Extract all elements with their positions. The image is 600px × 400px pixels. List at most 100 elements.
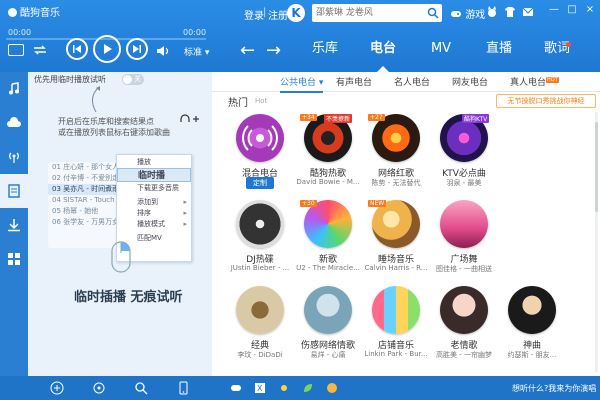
menu-item-sort: 排序 ▸ <box>117 208 191 218</box>
desktop-lyric-icon[interactable] <box>8 44 24 56</box>
section-subtitle: Hot <box>255 97 268 105</box>
radio-cover <box>372 200 420 248</box>
mouse-icon <box>111 241 131 273</box>
subtab-user[interactable]: 网友电台 <box>452 75 488 88</box>
radio-card[interactable]: +30 新歌 U2 - The Miracle... <box>296 200 360 290</box>
content-scrollbar[interactable] <box>595 112 598 372</box>
loop-icon[interactable] <box>32 44 48 56</box>
forward-arrow-icon[interactable]: → <box>266 40 281 61</box>
skin-shirt-icon[interactable] <box>504 6 516 18</box>
temp-play-label: 优先用临时播放试听 <box>34 75 106 84</box>
register-link[interactable]: 注册 <box>268 7 288 22</box>
subtab-label: 真人电台 <box>510 78 547 88</box>
smile-app-icon[interactable] <box>326 382 338 394</box>
radio-cover <box>440 286 488 334</box>
game-label: 游戏 <box>465 10 486 21</box>
rail-apps[interactable] <box>0 242 28 276</box>
scroll-thumb[interactable] <box>595 122 598 212</box>
locate-icon[interactable] <box>92 381 106 395</box>
menu-item-label: 排序 <box>137 209 151 217</box>
next-button[interactable] <box>126 38 148 60</box>
custom-badge[interactable]: 定制 <box>246 177 274 189</box>
card-desc: 图佳格 - 一曲相送 <box>436 265 492 273</box>
card-desc: U2 - The Miracle... <box>296 264 360 272</box>
menu-item-download: 下载更多音质 <box>137 184 179 192</box>
radio-card[interactable]: +27 网络红歌 陈势 - 无法替代 <box>364 114 428 204</box>
maximize-button[interactable]: □ <box>566 4 578 16</box>
radio-card[interactable]: 混合电台 定制 <box>228 114 292 204</box>
section-title: 热门 <box>228 98 248 109</box>
subtab-public[interactable]: 公共电台 ▾ <box>280 75 324 93</box>
radio-card[interactable]: +34 不羡撩新 酷狗热歌 David Bowie - M... <box>296 114 360 204</box>
radio-card[interactable]: 神曲 约瑟斯 - 朋友... <box>500 286 564 376</box>
card-desc: 陈势 - 无法替代 <box>371 179 421 187</box>
quality-select[interactable]: 标准 ▾ <box>184 45 209 58</box>
radio-cover <box>236 200 284 248</box>
close-button[interactable]: × <box>584 4 596 16</box>
radio-card[interactable]: NEW 睡场音乐 Calvin Harris - R... <box>364 200 428 290</box>
radio-card[interactable]: DJ热碟 JUstin Bieber - ... <box>228 200 292 290</box>
previous-button[interactable] <box>66 38 88 60</box>
login-separator: | <box>263 7 267 18</box>
rail-download[interactable] <box>0 208 28 242</box>
mail-icon[interactable] <box>522 6 534 18</box>
gamepad-icon[interactable] <box>230 382 242 394</box>
previous-icon <box>73 45 81 53</box>
bottom-toolbar-left <box>0 376 212 400</box>
recommend-text[interactable]: 想听什么?我来为你演唱 <box>512 383 596 394</box>
game-button[interactable]: 游戏 <box>450 6 485 21</box>
promo-button[interactable]: 无节操脱口秀挑战你神经 <box>496 94 596 108</box>
subtab-celebrity[interactable]: 名人电台 <box>394 75 430 88</box>
tab-live[interactable]: 直播 <box>470 34 528 72</box>
minimize-button[interactable]: — <box>548 4 560 16</box>
rail-cloud[interactable] <box>0 106 28 140</box>
radio-cover <box>372 286 420 334</box>
radio-card[interactable]: 伤感网络情歌 易烊 - 心痛 <box>296 286 360 376</box>
gamepad-icon <box>451 11 461 17</box>
play-icon <box>104 44 112 54</box>
temp-play-toggle[interactable]: 关 <box>122 74 144 85</box>
sun-icon[interactable] <box>278 382 290 394</box>
rail-music[interactable] <box>0 72 28 106</box>
next-icon <box>133 45 141 53</box>
top-header: 酷狗音乐 — □ × 登录 | 注册 K 游戏 00:00 00:00 标准 <box>0 0 600 72</box>
subtab-audio[interactable]: 有声电台 <box>336 75 372 88</box>
cloud-icon <box>7 117 21 127</box>
phone-icon[interactable] <box>176 381 190 395</box>
notification-dot <box>566 42 571 47</box>
music-note-icon <box>9 82 19 95</box>
play-button[interactable] <box>93 35 121 63</box>
rail-radio[interactable] <box>0 140 28 174</box>
radio-card[interactable]: 广场舞 图佳格 - 一曲相送 <box>432 200 496 290</box>
broadcast-icon <box>9 152 19 163</box>
leaf-icon[interactable] <box>302 382 314 394</box>
search-list-icon[interactable] <box>134 381 148 395</box>
search-input[interactable] <box>316 6 424 20</box>
excel-app-icon[interactable]: X <box>254 382 266 394</box>
tab-mv[interactable]: MV <box>412 34 470 72</box>
add-icon[interactable] <box>50 381 64 395</box>
menu-item-temp-play: 临时播 <box>117 168 191 182</box>
time-total: 00:00 <box>183 28 207 37</box>
card-desc: JUstin Bieber - ... <box>230 264 290 272</box>
radio-card[interactable]: 经典 李玟 - DiDaDi <box>228 286 292 376</box>
login-link[interactable]: 登录 <box>244 7 264 22</box>
rail-playlist[interactable] <box>0 174 28 208</box>
subtab-live-person[interactable]: 真人电台HOT <box>510 75 559 88</box>
svg-text:X: X <box>257 384 263 393</box>
radio-card[interactable]: 酷狗KTV KTV必点曲 羽泉 - 最美 <box>432 114 496 204</box>
card-desc: Calvin Harris - R... <box>364 264 428 272</box>
search-icon[interactable] <box>427 7 439 19</box>
tab-radio[interactable]: 电台 <box>354 34 412 72</box>
tab-lyrics[interactable]: 歌词 <box>528 34 586 72</box>
label-tag: 酷狗KTV <box>462 114 490 123</box>
radio-card[interactable]: 老情歌 高胜美 - 一帘幽梦 <box>432 286 496 376</box>
volume-icon[interactable] <box>156 45 170 57</box>
cat-icon[interactable] <box>486 6 498 18</box>
kugou-logo[interactable]: K <box>287 4 305 22</box>
tab-library[interactable]: 乐库 <box>296 34 354 72</box>
radio-card[interactable]: 店铺音乐 Linkin Park - Bur... <box>364 286 428 376</box>
submenu-arrow-icon: ▸ <box>183 209 187 217</box>
list-doc-icon <box>8 184 20 198</box>
back-arrow-icon[interactable]: ← <box>240 40 255 61</box>
